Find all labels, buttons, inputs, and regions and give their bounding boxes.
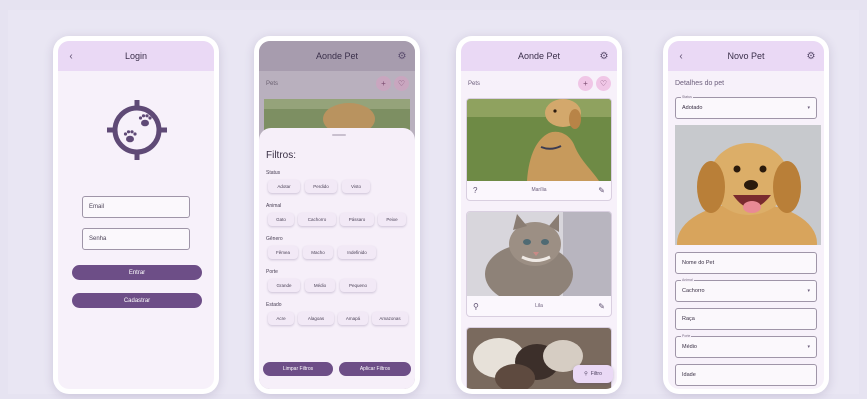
chip-genero-indefinido[interactable]: Indefinido [338,246,376,259]
chip-animal-peixe[interactable]: Peixe [378,213,406,226]
chip-genero-femea[interactable]: Fêmea [268,246,298,259]
phone-new-pet: ‹ Novo Pet ⚙ Detalhes do pet Status Adot… [663,36,829,394]
dropdown-caret-icon: ▾ [807,105,810,111]
pet-card-footer: ? Marília ✎ [467,180,611,200]
back-arrow-icon[interactable]: ‹ [60,41,82,71]
filters-screen: Aonde Pet ⚙ Pets + ♡ Filtros: Status Ado… [259,41,415,389]
password-field[interactable]: Senha [82,228,190,250]
settings-icon[interactable]: ⚙ [391,41,413,71]
pet-name: Lila [535,303,543,309]
chip-status-adotar[interactable]: Adotar [268,180,300,193]
status-label: Status [681,95,693,99]
back-arrow-icon[interactable]: ‹ [670,41,692,71]
chip-status-perdido[interactable]: Perdido [305,180,337,193]
showcase-canvas: ‹ Login Email Senha Entrar Cadastrar Aon… [8,10,859,394]
chip-animal-gato[interactable]: Gato [268,213,294,226]
enter-button[interactable]: Entrar [72,265,202,280]
filters-heading: Filtros: [266,150,296,161]
breed-value: Raça [682,316,695,322]
pet-name-field[interactable]: Nome do Pet [675,252,817,274]
new-pet-screen: ‹ Novo Pet ⚙ Detalhes do pet Status Adot… [668,41,824,389]
chip-animal-passaro[interactable]: Pássaro [340,213,374,226]
add-icon[interactable]: + [578,76,593,91]
paw-target-logo-icon [107,100,167,160]
status-value: Adotado [682,105,703,111]
new-pet-title: Novo Pet [727,51,765,61]
chip-porte-grande[interactable]: Grande [268,279,300,292]
group-title-genero: Gênero [266,236,283,242]
chip-porte-pequeno[interactable]: Pequeno [340,279,376,292]
chip-animal-cachorro[interactable]: Cachorro [298,213,336,226]
new-pet-app-bar: ‹ Novo Pet ⚙ [668,41,824,71]
pet-card[interactable]: ? Marília ✎ [466,98,612,201]
list-screen: Aonde Pet ⚙ Pets + ♡ ? Marília ✎ ⚲ Lila … [461,41,617,389]
login-screen: ‹ Login Email Senha Entrar Cadastrar [58,41,214,389]
breed-field[interactable]: Raça [675,308,817,330]
phone-login: ‹ Login Email Senha Entrar Cadastrar [53,36,219,394]
location-pin-icon[interactable]: ⚲ [473,296,479,316]
settings-icon[interactable]: ⚙ [800,41,822,71]
filter-button-label: Filtro [590,371,602,377]
pet-details-title: Detalhes do pet [675,80,725,87]
group-title-status: Status [266,170,281,176]
filters-bottom-sheet: Filtros: Status Adotar Perdido Visto Ani… [259,128,415,389]
dog-photo [467,99,611,181]
animal-value: Cachorro [682,288,705,294]
age-value: Idade [682,372,696,378]
filters-app-title: Aonde Pet [315,51,359,61]
filter-button[interactable]: ⚲ Filtro [573,365,613,383]
sheet-drag-handle[interactable] [332,134,346,136]
cat-photo [467,212,611,296]
pets-label: Pets [266,81,279,87]
dimmed-dog-photo [264,99,410,131]
heart-icon[interactable]: ♡ [394,76,409,91]
filter-search-icon: ⚲ [584,371,588,377]
phone-pet-list: Aonde Pet ⚙ Pets + ♡ ? Marília ✎ ⚲ Lila … [456,36,622,394]
age-field[interactable]: Idade [675,364,817,386]
golden-retriever-photo [675,125,821,245]
size-select[interactable]: Porte Médio ▾ [675,334,817,358]
list-app-bar: Aonde Pet ⚙ [461,41,617,71]
pets-label: Pets [468,81,481,87]
register-button[interactable]: Cadastrar [72,293,202,308]
pet-name: Marília [531,187,547,193]
chip-porte-medio[interactable]: Médio [305,279,335,292]
chip-estado-amapa[interactable]: Amapá [338,312,368,325]
pet-card-footer: ⚲ Lila ✎ [467,296,611,316]
animal-label: Animal [681,278,694,282]
edit-pencil-icon[interactable]: ✎ [598,180,605,200]
chip-status-visto[interactable]: Visto [342,180,370,193]
group-title-porte: Porte [266,269,278,275]
login-app-bar: ‹ Login [58,41,214,71]
status-select[interactable]: Status Adotado ▾ [675,95,817,119]
group-title-animal: Animal [266,203,282,209]
filters-pets-row: Pets + ♡ [259,71,415,97]
size-value: Médio [682,344,697,350]
pet-name-value: Nome do Pet [682,260,715,266]
filters-app-bar: Aonde Pet ⚙ [259,41,415,71]
chip-estado-amazonas[interactable]: Amazonas [372,312,408,325]
dropdown-caret-icon: ▾ [807,288,810,294]
settings-icon[interactable]: ⚙ [593,41,615,71]
list-pets-row: Pets + ♡ [461,71,617,97]
dropdown-caret-icon: ▾ [807,344,810,350]
add-icon[interactable]: + [376,76,391,91]
pet-card[interactable]: ⚲ Lila ✎ [466,211,612,317]
phone-filters: Aonde Pet ⚙ Pets + ♡ Filtros: Status Ado… [254,36,420,394]
edit-pencil-icon[interactable]: ✎ [598,296,605,316]
chip-genero-macho[interactable]: Macho [303,246,333,259]
heart-icon[interactable]: ♡ [596,76,611,91]
location-unknown-icon[interactable]: ? [473,180,477,200]
list-app-title: Aonde Pet [517,51,561,61]
size-label: Porte [681,334,692,338]
chip-estado-acre[interactable]: Acre [268,312,294,325]
animal-select[interactable]: Animal Cachorro ▾ [675,278,817,302]
login-title: Login [124,51,148,61]
chip-estado-alagoas[interactable]: Alagoas [298,312,334,325]
clear-filters-button[interactable]: Limpar Filtros [263,362,333,376]
apply-filters-button[interactable]: Aplicar Filtros [339,362,411,376]
email-field[interactable]: Email [82,196,190,218]
group-title-estado: Estado [266,302,282,308]
